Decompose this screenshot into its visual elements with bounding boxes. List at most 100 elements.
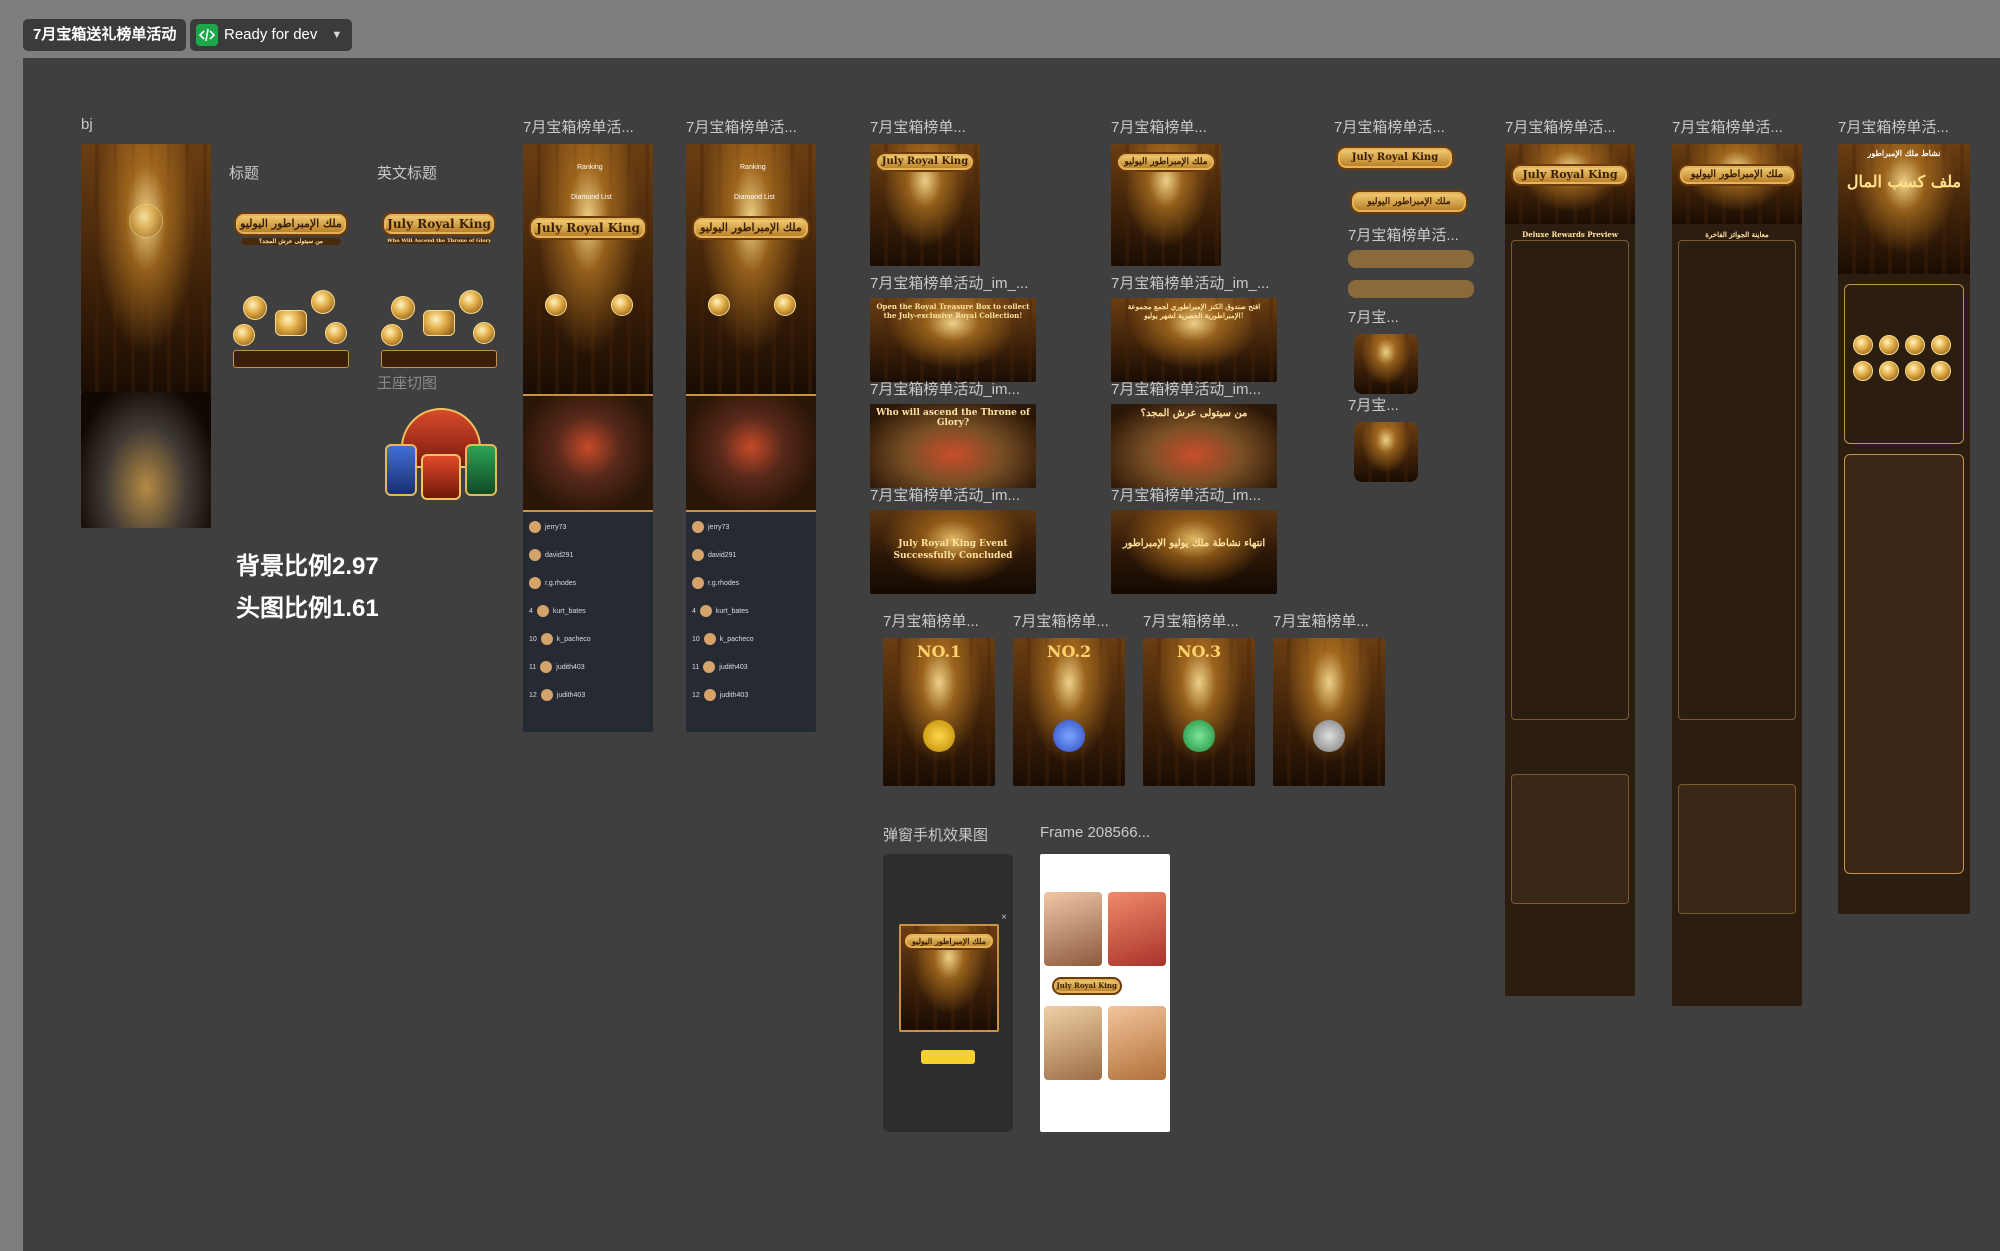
ranking-tab[interactable]: Ranking [740, 164, 766, 171]
frame-label-bj[interactable]: bj [81, 116, 93, 133]
frame-label-small3[interactable]: 7月宝... [1348, 306, 1428, 327]
diamond-list-tab[interactable]: Diamond List [571, 194, 612, 201]
bg-frame-bottom[interactable] [81, 392, 211, 528]
table-row[interactable]: 11 judith403 [529, 660, 647, 674]
frame-label-popup[interactable]: 弹窗手机效果图 [883, 824, 988, 845]
ranking-tab[interactable]: Ranking [577, 164, 603, 171]
frame-label-f1[interactable]: 7月宝箱榜单活... [523, 116, 649, 137]
table-row[interactable]: r.g.rhodes [529, 576, 647, 590]
page-name-chip[interactable]: 7月宝箱送礼榜单活动 [23, 19, 187, 51]
table-row[interactable]: jerry73 [692, 520, 810, 534]
rewards-title-en: Deluxe Rewards Preview [1522, 230, 1618, 239]
frame-label-im6[interactable]: 7月宝箱榜单活动_im... [1111, 484, 1281, 505]
coin-cluster-en[interactable] [379, 288, 499, 368]
frame-label-throne[interactable]: 王座切图 [377, 372, 437, 393]
frame-label-title-cn[interactable]: 标题 [229, 162, 259, 183]
table-row[interactable]: 12 judith403 [692, 688, 810, 702]
frame-label-f8[interactable]: 7月宝箱榜单活... [1838, 116, 1988, 137]
profile-card[interactable] [1108, 1006, 1166, 1080]
frame-label-im5[interactable]: 7月宝箱榜单活动_im... [870, 484, 1040, 505]
frame-label-title-en[interactable]: 英文标题 [377, 162, 437, 183]
feed-banner[interactable]: July Royal King [1044, 974, 1166, 1000]
profile-card[interactable] [1108, 892, 1166, 966]
frame-label-f5[interactable]: 7月宝箱榜单活... [1334, 116, 1474, 137]
title-ar-asset[interactable]: ملك الإمبراطور اليوليو من سيتولى عرش الم… [231, 206, 351, 252]
intro-box-ar-2 [1844, 284, 1964, 444]
small-banner-en[interactable]: July Royal King [1334, 144, 1456, 174]
frame-label-f6[interactable]: 7月宝箱榜单活... [1505, 116, 1655, 137]
podium-section [686, 394, 816, 512]
phone-frame-ar[interactable]: Ranking Diamond List ملك الإمبراطور اليو… [686, 144, 816, 732]
diamond-list-tab[interactable]: Diamond List [734, 194, 775, 201]
frame-label-rank1[interactable]: 7月宝箱榜单... [883, 610, 1003, 631]
table-row[interactable]: 4 kurt_bates [529, 604, 647, 618]
long-page-ar-2[interactable]: نشاط ملك الإمبراطور ملف كسب المال [1838, 144, 1970, 914]
long-title-ar: ملك الإمبراطور اليوليو [1678, 164, 1796, 186]
frame-label-f4[interactable]: 7月宝箱榜单... [1111, 116, 1231, 137]
table-row[interactable]: 10 k_pacheco [529, 632, 647, 646]
long-page-ar[interactable]: ملك الإمبراطور اليوليو معاينة الجوائز ال… [1672, 144, 1802, 1006]
im-card-ascend-ar[interactable]: من سيتولى عرش المجد؟ [1111, 404, 1277, 488]
popup-phone-mockup[interactable]: ملك الإمبراطور اليوليو × [883, 854, 1013, 1132]
rank-card-4[interactable] [1273, 638, 1385, 786]
rank-3-label: NO.3 [1176, 642, 1222, 661]
frame-label-small1[interactable]: 7月宝箱榜单活... [1348, 224, 1488, 245]
profile-card[interactable] [1044, 892, 1102, 966]
im-card-concluded-en[interactable]: July Royal King Event Successfully Concl… [870, 510, 1036, 594]
phone-frame-en[interactable]: Ranking Diamond List July Royal King jer… [523, 144, 653, 732]
small-strip-1[interactable] [1348, 250, 1474, 268]
im-card-title-en[interactable]: July Royal King [870, 144, 980, 266]
frame-label-im2[interactable]: 7月宝箱榜单活动_im_... [1111, 272, 1281, 293]
coin-icon [473, 322, 495, 344]
frame-label-im3[interactable]: 7月宝箱榜单活动_im... [870, 378, 1040, 399]
frame-label-f2[interactable]: 7月宝箱榜单活... [686, 116, 812, 137]
rank-card-2[interactable]: NO.2 [1013, 638, 1125, 786]
title-en-sub: Who Will Ascend the Throne of Glory? [387, 238, 491, 244]
im-card-title-ar[interactable]: ملك الإمبراطور اليوليو [1111, 144, 1221, 266]
throne-asset[interactable] [383, 404, 499, 504]
design-canvas[interactable]: bj 背景比例2.97 头图比例1.61 标题 英文标题 ملك الإمبرا… [23, 58, 2000, 1251]
frame-label-rank3[interactable]: 7月宝箱榜单... [1143, 610, 1263, 631]
im-card-ascend-en[interactable]: Who will ascend the Throne of Glory? [870, 404, 1036, 488]
table-row[interactable]: david291 [529, 548, 647, 562]
long-page-en[interactable]: July Royal King Deluxe Rewards Preview [1505, 144, 1635, 996]
table-row[interactable]: david291 [692, 548, 810, 562]
popup-title-ar: ملك الإمبراطور اليوليو [903, 932, 995, 950]
frame-label-rank2[interactable]: 7月宝箱榜单... [1013, 610, 1133, 631]
frame-label-f7[interactable]: 7月宝箱榜单活... [1672, 116, 1822, 137]
table-row[interactable]: 12 judith403 [529, 688, 647, 702]
coin-cluster-ar[interactable] [231, 288, 351, 368]
table-row[interactable]: 4 kurt_bates [692, 604, 810, 618]
frame-label-im1[interactable]: 7月宝箱榜单活动_im_... [870, 272, 1040, 293]
popup-confirm-button[interactable] [921, 1050, 975, 1064]
avatar-frame-ar[interactable] [1354, 422, 1418, 482]
profile-card[interactable] [1044, 1006, 1102, 1080]
im-card-openbox-ar[interactable]: افتح صندوق الكنز الإمبراطوري لجمع مجموعة… [1111, 298, 1277, 382]
code-icon [196, 24, 218, 46]
im-card-openbox-en[interactable]: Open the Royal Treasure Box to collect t… [870, 298, 1036, 382]
table-row[interactable]: r.g.rhodes [692, 576, 810, 590]
small-strip-2[interactable] [1348, 280, 1474, 298]
close-icon[interactable]: × [1001, 912, 1007, 923]
avatar-frame-en[interactable] [1354, 334, 1418, 394]
table-row[interactable]: 10 k_pacheco [692, 632, 810, 646]
green-orb [1183, 720, 1215, 752]
small-banner-ar[interactable]: ملك الإمبراطور اليوليو [1348, 188, 1470, 218]
frame-label-frame[interactable]: Frame 208566... [1040, 824, 1160, 841]
frame-label-im4[interactable]: 7月宝箱榜单活动_im... [1111, 378, 1281, 399]
rank-card-3[interactable]: NO.3 [1143, 638, 1255, 786]
status-dropdown[interactable]: Ready for dev ▼ [190, 19, 353, 51]
bg-frame-top[interactable] [81, 144, 211, 392]
frame-label-small4[interactable]: 7月宝... [1348, 394, 1428, 415]
frame-label-f3[interactable]: 7月宝箱榜单... [870, 116, 990, 137]
app-feed-mockup[interactable]: July Royal King [1040, 854, 1170, 1132]
rewards-title-ar: معاينة الجوائز الفاخرة [1705, 230, 1769, 239]
rank-card-1[interactable]: NO.1 [883, 638, 995, 786]
avatar [699, 605, 712, 617]
table-row[interactable]: 11 judith403 [692, 660, 810, 674]
im-card-concluded-ar[interactable]: انتهاء نشاطة ملك يوليو الإمبراطور [1111, 510, 1277, 594]
table-row[interactable]: jerry73 [529, 520, 647, 534]
title-en-asset[interactable]: July Royal King Who Will Ascend the Thro… [379, 206, 499, 252]
coin-icon [1879, 361, 1899, 381]
frame-label-rank4[interactable]: 7月宝箱榜单... [1273, 610, 1393, 631]
